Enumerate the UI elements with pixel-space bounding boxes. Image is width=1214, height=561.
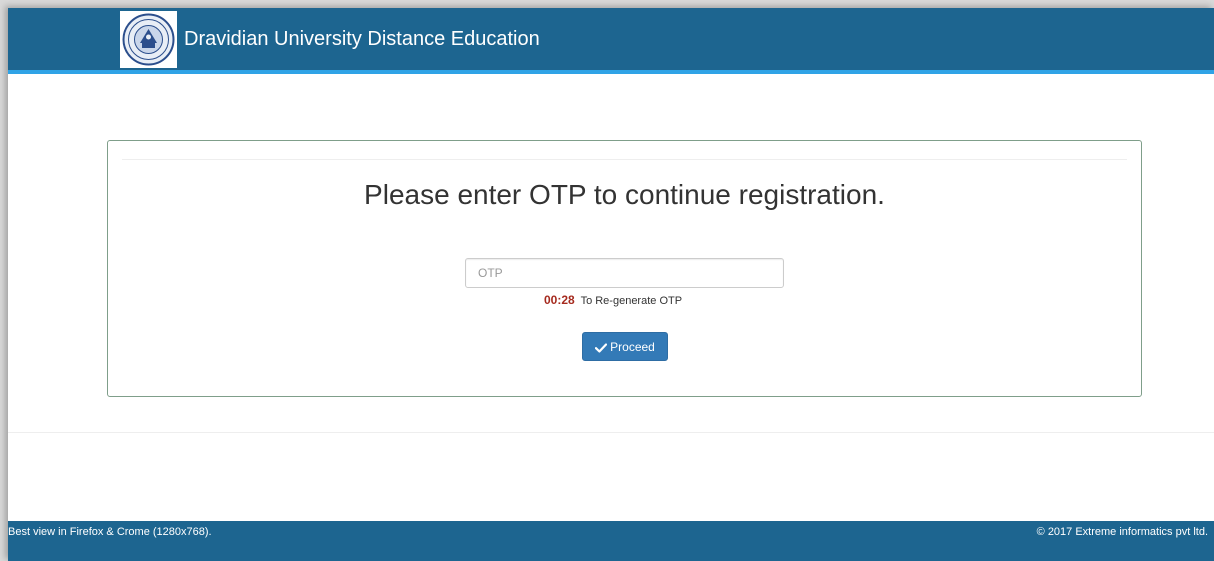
- countdown-timer: 00:28: [544, 293, 575, 307]
- page-frame: Dravidian University Distance Education …: [8, 8, 1214, 561]
- check-icon: [595, 342, 608, 353]
- browser-note: Best view in Firefox & Crome (1280x768).: [8, 526, 212, 538]
- proceed-button[interactable]: Proceed: [582, 332, 668, 361]
- regenerate-timer-row: 00:28 To Re-generate OTP: [544, 293, 682, 308]
- site-header: Dravidian University Distance Education: [8, 8, 1214, 74]
- copyright-text: © 2017 Extreme informatics pvt ltd.: [1036, 526, 1208, 538]
- otp-input[interactable]: [465, 258, 784, 288]
- card-divider: [122, 159, 1127, 160]
- site-title: Dravidian University Distance Education: [184, 28, 540, 50]
- site-footer: Best view in Firefox & Crome (1280x768).…: [8, 521, 1214, 561]
- content-divider: [8, 432, 1214, 433]
- page-title: Please enter OTP to continue registratio…: [364, 179, 885, 210]
- proceed-label: Proceed: [610, 339, 655, 354]
- otp-card: Please enter OTP to continue registratio…: [107, 140, 1142, 397]
- regenerate-otp-text: To Re-generate OTP: [580, 295, 683, 307]
- university-seal-icon: [120, 11, 177, 68]
